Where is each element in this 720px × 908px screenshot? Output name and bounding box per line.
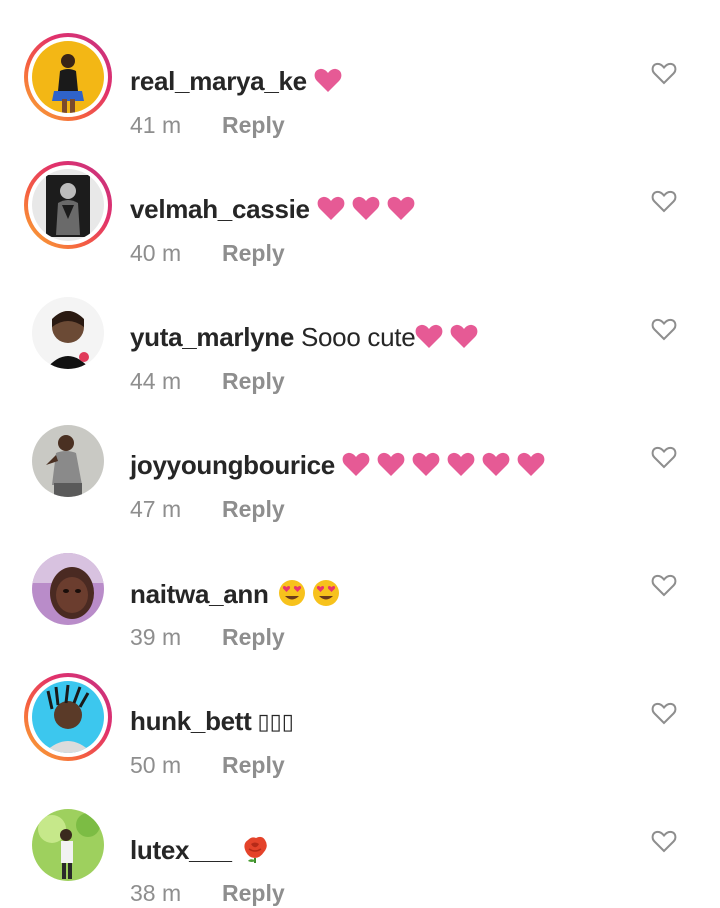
reply-button[interactable]: Reply: [222, 624, 285, 650]
username[interactable]: joyyoungbourice: [130, 450, 335, 480]
heart-outline-icon[interactable]: [651, 189, 677, 213]
reply-button[interactable]: Reply: [222, 368, 285, 394]
avatar[interactable]: [24, 289, 112, 377]
avatar-photo: [32, 809, 104, 881]
heart-outline-icon[interactable]: [651, 61, 677, 85]
red-heart-icon: [352, 195, 380, 221]
reply-button[interactable]: Reply: [222, 752, 285, 778]
timestamp: 40 m: [130, 240, 182, 266]
heart-outline-icon[interactable]: [651, 701, 677, 725]
comment-item: naitwa_ann 39 m Reply: [0, 542, 720, 652]
red-heart-icon: [447, 451, 475, 477]
comment-meta: 39 m Reply: [130, 622, 285, 652]
username[interactable]: real_marya_ke: [130, 66, 307, 96]
reply-button[interactable]: Reply: [222, 880, 285, 906]
red-heart-icon: [342, 451, 370, 477]
reply-button[interactable]: Reply: [222, 240, 285, 266]
username[interactable]: naitwa_ann: [130, 579, 269, 609]
comment-meta: 50 m Reply: [130, 750, 285, 780]
red-heart-icon: [517, 451, 545, 477]
timestamp: 41 m: [130, 112, 182, 138]
avatar[interactable]: [24, 161, 112, 249]
reply-button[interactable]: Reply: [222, 112, 285, 138]
avatar-photo: [32, 41, 104, 113]
timestamp: 39 m: [130, 624, 182, 650]
avatar[interactable]: [24, 417, 112, 505]
timestamp: 50 m: [130, 752, 182, 778]
red-heart-icon: [412, 451, 440, 477]
comment-item: velmah_cassie 40 m Reply: [0, 158, 720, 268]
comment-text-line: hunk_bett ▯▯▯: [130, 706, 294, 737]
comment-text-line: yuta_marlyne Sooo cute: [130, 322, 478, 352]
comment-meta: 47 m Reply: [130, 494, 285, 524]
reply-button[interactable]: Reply: [222, 496, 285, 522]
username[interactable]: velmah_cassie: [130, 194, 310, 224]
red-heart-icon: [314, 67, 342, 93]
heart-outline-icon[interactable]: [651, 829, 677, 853]
heart-eyes-face-icon: [277, 578, 307, 608]
timestamp: 47 m: [130, 496, 182, 522]
username[interactable]: hunk_bett: [130, 706, 252, 736]
username[interactable]: yuta_marlyne: [130, 322, 294, 352]
red-heart-icon: [377, 451, 405, 477]
comment-meta: 41 m Reply: [130, 110, 285, 140]
avatar-photo: [32, 553, 104, 625]
avatar[interactable]: [24, 673, 112, 761]
red-heart-icon: [450, 323, 478, 349]
heart-outline-icon[interactable]: [651, 317, 677, 341]
comment-meta: 40 m Reply: [130, 238, 285, 268]
avatar-photo: [32, 681, 104, 753]
avatar-photo: [32, 297, 104, 369]
red-heart-icon: [415, 323, 443, 349]
comment-text-line: naitwa_ann: [130, 578, 341, 609]
red-heart-icon: [317, 195, 345, 221]
username[interactable]: lutex___: [130, 835, 232, 865]
comment-text-line: velmah_cassie: [130, 194, 415, 224]
comment-text-line: real_marya_ke: [130, 66, 342, 96]
comment-item: lutex___ 38 m Reply: [0, 798, 720, 908]
avatar-border: [28, 37, 108, 117]
heart-outline-icon[interactable]: [651, 573, 677, 597]
red-heart-icon: [387, 195, 415, 221]
avatar-border: [28, 677, 108, 757]
avatar[interactable]: [24, 545, 112, 633]
comment-text-line: joyyoungbourice: [130, 450, 545, 480]
avatar-photo: [32, 425, 104, 497]
heart-outline-icon[interactable]: [651, 445, 677, 469]
red-heart-icon: [482, 451, 510, 477]
avatar-photo: [32, 169, 104, 241]
comment-item: real_marya_ke 41 m Reply: [0, 30, 720, 140]
comment-text-line: lutex___: [130, 834, 270, 865]
avatar[interactable]: [24, 801, 112, 889]
avatar[interactable]: [24, 33, 112, 121]
avatar-border: [28, 165, 108, 245]
comment-item: hunk_bett ▯▯▯ 50 m Reply: [0, 670, 720, 780]
rose-icon: [240, 834, 270, 864]
timestamp: 38 m: [130, 880, 182, 906]
timestamp: 44 m: [130, 368, 182, 394]
comment-item: joyyoungbourice 47 m Reply: [0, 414, 720, 524]
comment-meta: 38 m Reply: [130, 878, 285, 908]
comment-list: real_marya_ke 41 m Reply velmah_cassie 4…: [0, 0, 720, 906]
comment-text: Sooo cute: [300, 322, 416, 352]
comment-text: ▯▯▯: [257, 709, 294, 734]
heart-eyes-face-icon: [311, 578, 341, 608]
comment-item: yuta_marlyne Sooo cute 44 m Reply: [0, 286, 720, 396]
comment-meta: 44 m Reply: [130, 366, 285, 396]
